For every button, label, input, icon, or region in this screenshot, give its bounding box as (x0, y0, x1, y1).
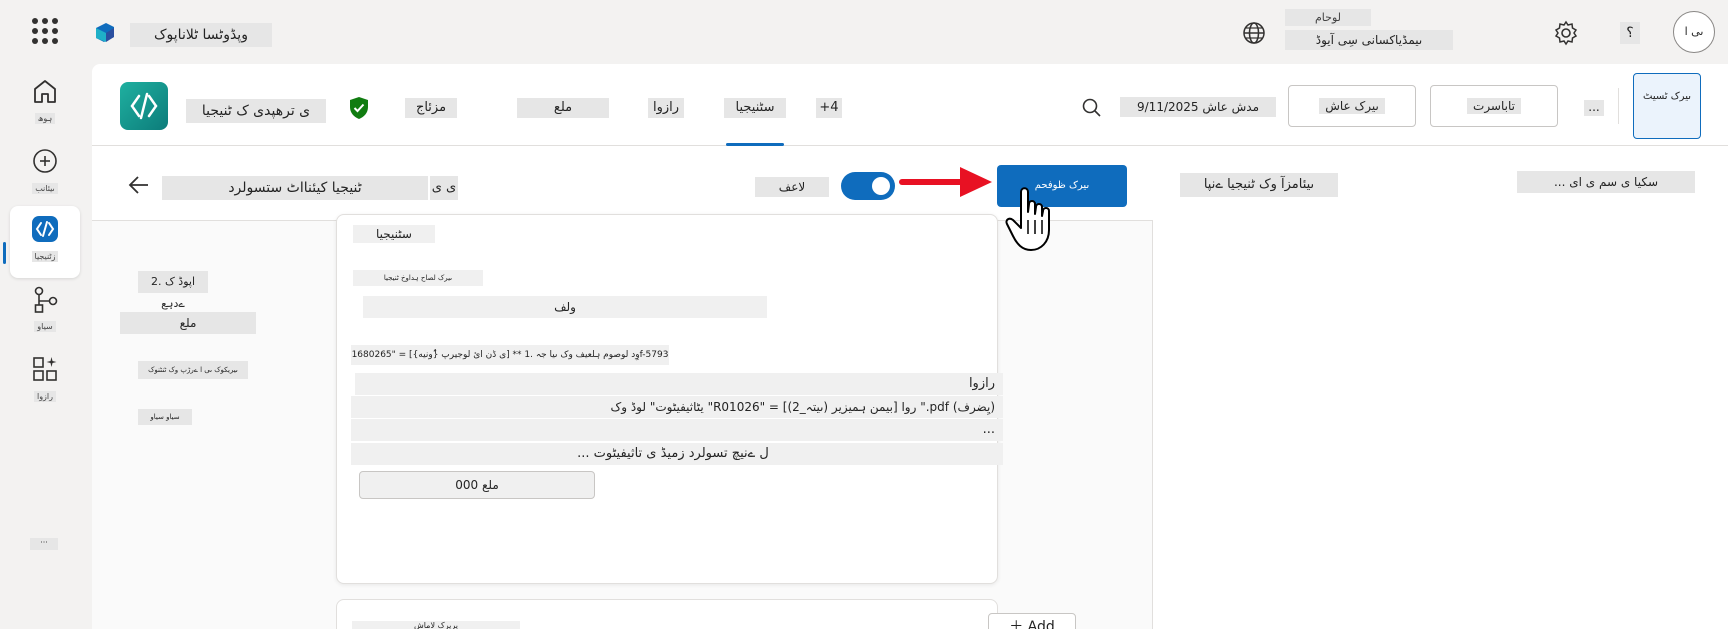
top-bar: وپڈوٹسا ٹلاناپوک لوحام ںیمڈیاکسانی سِی آ… (0, 0, 1728, 64)
card-heading: سٹنیجیا (353, 225, 435, 243)
agent-name: ی ترهپدی ک ٹنیجیا (186, 99, 326, 123)
tab-knowledge[interactable]: ملع (517, 98, 609, 118)
side-item-step[interactable]: 2. اپوڈ ک ےدہع (138, 271, 208, 310)
card-instruction: وِد لوصوم ہلعیف وک ںیا جہ .1 ** [ی ڈن ائ… (351, 345, 669, 365)
rail-item-home[interactable]: ہوھ (10, 68, 80, 140)
rail-item-tools[interactable]: رازوا (10, 346, 80, 418)
card-description: ںیرک لصاح ہداوخ ٹنیجیا (353, 270, 483, 286)
knowledge-files-button[interactable]: 000 ملع (359, 471, 595, 499)
back-arrow-icon[interactable] (128, 175, 150, 195)
user-avatar[interactable]: ںی ا (1673, 11, 1715, 53)
rail-item-label: سیاو (34, 321, 56, 332)
help-icon[interactable]: ؟ (1620, 22, 1640, 44)
enabled-toggle-label: لاعف (755, 177, 829, 197)
agent-header: ی ترهپدی ک ٹنیجیا مزئاج ملع رازوا سٹنیجی… (92, 64, 1728, 146)
left-rail: ہوھ ںیئانب زٹنیجیا سیاو رازوا ··· (0, 64, 92, 629)
search-icon[interactable] (1080, 96, 1104, 120)
rail-active-indicator (3, 242, 6, 264)
add-button[interactable]: ＋ Add (988, 613, 1076, 629)
rail-item-flows[interactable]: سیاو (10, 276, 80, 348)
environment-label: لوحام (1285, 9, 1371, 26)
rail-item-label: زٹنیجیا (31, 251, 59, 262)
enabled-toggle[interactable] (841, 172, 895, 200)
instruction-row: ... ل ےنیچ تسولرد زمیڈ ی تاثیفیٹوت (351, 443, 1003, 465)
agent-avatar-icon (120, 82, 168, 130)
tab-more[interactable]: +4 (816, 98, 842, 118)
tab-tools[interactable]: رازوا (648, 98, 684, 118)
app-name: وپڈوٹسا ٹلاناپوک (130, 23, 272, 47)
app-launcher-icon[interactable] (32, 18, 58, 44)
editor-title: ٹنیجیا کیئنااٹ ستسولرد (162, 176, 428, 200)
environment-selector[interactable]: ںیمڈیاکسانی سِی آیوڈ (1285, 30, 1453, 50)
rail-more[interactable]: ··· (30, 538, 58, 550)
instruction-row: یٹاثیفیٹوت" لوڈ وک "R01026" = [(2_ںیتہ) … (351, 396, 1003, 418)
tools-icon (33, 357, 57, 381)
settings-gear-icon[interactable] (1553, 20, 1579, 46)
test-panel-title: ںیئامزآ وک ٹنیجیا ےنپا (1180, 173, 1338, 197)
copilot-studio-logo (96, 23, 114, 42)
add-button-label: Add (1027, 619, 1055, 629)
agents-icon (32, 216, 58, 242)
hand-cursor-icon (1005, 187, 1050, 251)
settings-button-label: تاباسرت (1467, 98, 1521, 114)
rail-item-label: ہوھ (34, 113, 56, 124)
side-item-knowledge[interactable]: ملع (120, 312, 256, 334)
instruction-row: ... (351, 419, 1003, 441)
rail-item-agents[interactable]: زٹنیجیا (10, 206, 80, 278)
test-button[interactable]: ںیرک ٹسیٹ (1633, 73, 1701, 139)
publish-button-label: ںیرک عاش (1319, 98, 1385, 114)
last-published-date: 9/11/2025 مدش عاش (1120, 97, 1276, 117)
test-panel-action[interactable]: ... سکیا ی سم ی ای (1517, 171, 1695, 193)
publish-button[interactable]: ںیرک عاش (1288, 85, 1416, 127)
active-tab-underline (726, 143, 784, 146)
side-item-extra: سیاو سیاو (138, 409, 192, 425)
red-arrow-annotation (899, 167, 992, 197)
shield-check-icon (350, 97, 368, 119)
tab-topics[interactable]: مزئاج (405, 98, 457, 118)
environment-globe-icon[interactable] (1241, 20, 1267, 46)
tab-agents[interactable]: سٹنیجیا (724, 98, 786, 118)
instruction-row: رازوا (355, 373, 1003, 395)
rail-item-label: رازوا (33, 391, 57, 402)
rail-item-label: ںیئانب (32, 183, 58, 194)
card-knowledge[interactable]: ولف (363, 296, 767, 318)
main-panel: ی ترهپدی ک ٹنیجیا مزئاج ملع رازوا سٹنیجی… (92, 64, 1728, 629)
agent-editor: ٹنیجیا کیئنااٹ ستسولرد ی ی لاعف ںیرک ظوف… (92, 147, 1153, 629)
create-icon (33, 149, 57, 173)
home-icon (34, 80, 56, 103)
flows-icon (34, 286, 58, 313)
side-item-note: ںیریکوک ںی ا ےرڑپ وک ٹنٹنوک (138, 361, 248, 379)
add-icon: ＋ (1009, 619, 1024, 629)
editor-header: ٹنیجیا کیئنااٹ ستسولرد ی ی لاعف ںیرک ظوف… (92, 147, 1153, 251)
rail-item-create[interactable]: ںیئانب (10, 138, 80, 210)
editor-subtitle: ی ی (430, 176, 458, 200)
more-options-button[interactable]: ... (1584, 100, 1604, 116)
settings-button[interactable]: تاباسرت (1430, 85, 1558, 127)
header-divider (1618, 88, 1619, 124)
secondary-card-label: یریرک لاماش (352, 621, 520, 629)
agent-instruction-card: سٹنیجیا ںیرک لصاح ہداوخ ٹنیجیا ولف وِد ل… (336, 214, 1003, 584)
test-panel: ںیئامزآ وک ٹنیجیا ےنپا ... سکیا ی سم ی ا… (1154, 147, 1728, 629)
